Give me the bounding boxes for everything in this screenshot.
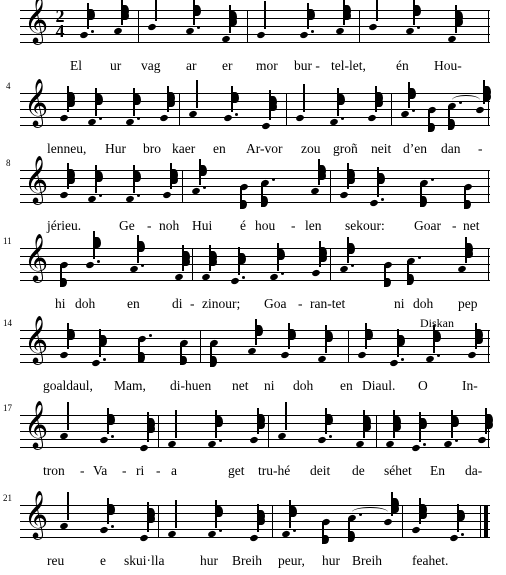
slur	[352, 507, 388, 517]
lyric-syllable: O	[418, 378, 428, 393]
sheet-music-page: 𝄞 2 4 El ur vag ar er mor bur - tel-let,…	[0, 0, 506, 575]
lyric-syllable: ar	[186, 58, 197, 73]
lyric-syllable: hur	[200, 553, 218, 568]
lyric-syllable: bro	[143, 141, 161, 156]
lyric-syllable: tron	[43, 463, 65, 478]
treble-clef-icon: 𝄞	[24, 233, 49, 281]
lyric-syllable: jérieu.	[47, 218, 82, 233]
lyric-syllable: -	[80, 463, 85, 478]
lyric-syllable: -	[122, 463, 127, 478]
treble-clef-icon: 𝄞	[24, 155, 49, 203]
lyric-syllable: deit	[310, 463, 331, 478]
lyric-syllable: noh	[159, 218, 180, 233]
lyric-syllable: Hur	[105, 141, 126, 156]
lyric-syllable: Va	[93, 463, 108, 478]
lyric-syllable: net	[232, 378, 249, 393]
lyric-syllable: tru-hé	[258, 463, 291, 478]
lyric-syllable: én	[396, 58, 409, 73]
lyric-syllable: Mam,	[114, 378, 146, 393]
lyric-syllable: In-	[462, 378, 478, 393]
lyric-syllable: doh	[413, 296, 434, 311]
lyric-syllable: groñ	[333, 141, 358, 156]
lyric-syllable: ni	[264, 378, 275, 393]
measure-number: 8	[6, 158, 11, 168]
lyric-syllable: get	[228, 463, 245, 478]
lyric-syllable: len	[305, 218, 322, 233]
lyric-syllable: -	[156, 463, 161, 478]
measure-number: 14	[3, 318, 12, 328]
diskan-marking: Diskan	[420, 316, 454, 330]
treble-clef-icon: 𝄞	[24, 400, 49, 448]
lyric-syllable: Hou-	[434, 58, 462, 73]
lyric-syllable: da-	[465, 463, 483, 478]
measure-number: 11	[3, 236, 12, 246]
lyric-syllable: feahet.	[412, 553, 449, 568]
lyric-syllable: Goar	[414, 218, 441, 233]
lyric-syllable: Breih	[352, 553, 382, 568]
lyric-syllable: peur,	[278, 553, 305, 568]
lyric-syllable: doh	[293, 378, 314, 393]
lyric-syllable: d’en	[403, 141, 427, 156]
lyric-syllable: tel-let,	[331, 58, 366, 73]
lyric-syllable: a	[171, 463, 177, 478]
lyric-syllable: hi	[55, 296, 66, 311]
treble-clef-icon: 𝄞	[24, 490, 49, 538]
time-sig-denominator: 4	[55, 21, 65, 41]
lyric-syllable: En	[430, 463, 445, 478]
lyric-syllable: di	[172, 296, 183, 311]
lyric-syllable: er	[222, 58, 233, 73]
lyric-syllable: lenneu,	[47, 141, 87, 156]
time-signature: 2 4	[53, 7, 67, 41]
lyric-syllable: ri	[136, 463, 145, 478]
lyric-syllable: neit	[371, 141, 392, 156]
lyric-syllable: -	[190, 296, 195, 311]
lyric-syllable: de	[352, 463, 365, 478]
lyric-syllable: goaldaul,	[43, 378, 93, 393]
lyric-syllable: di-huen	[170, 378, 212, 393]
lyric-syllable: pep	[458, 296, 478, 311]
lyric-syllable: bur -	[294, 58, 320, 73]
lyric-syllable: é	[240, 218, 246, 233]
treble-clef-icon: 𝄞	[24, 0, 49, 43]
lyric-syllable: Ar-vor	[246, 141, 283, 156]
treble-clef-icon: 𝄞	[24, 315, 49, 363]
lyric-syllable: -	[478, 141, 483, 156]
lyric-syllable: -	[452, 218, 457, 233]
lyric-syllable: en	[213, 141, 226, 156]
lyric-syllable: en	[340, 378, 353, 393]
lyric-syllable: reu	[47, 553, 65, 568]
lyric-syllable: skui·lla	[124, 553, 165, 568]
lyric-syllable: Hui	[192, 218, 213, 233]
measure-number: 17	[3, 403, 12, 413]
lyric-syllable: net	[463, 218, 480, 233]
slur	[452, 95, 480, 105]
lyric-syllable: Diaul.	[362, 378, 396, 393]
treble-clef-icon: 𝄞	[24, 78, 49, 126]
lyric-syllable: zou	[301, 141, 321, 156]
lyric-syllable: ran-tet	[310, 296, 346, 311]
lyric-syllable: dan	[441, 141, 461, 156]
lyric-syllable: -	[147, 218, 152, 233]
lyric-syllable: vag	[141, 58, 161, 73]
lyric-syllable: ni	[394, 296, 405, 311]
lyric-syllable: zinour;	[202, 296, 241, 311]
lyric-syllable: hou	[255, 218, 276, 233]
lyric-syllable: kaer	[172, 141, 196, 156]
measure-number: 21	[3, 493, 12, 503]
lyric-syllable: e	[100, 553, 106, 568]
lyric-syllable: sekour:	[345, 218, 385, 233]
lyric-syllable: Goa	[264, 296, 287, 311]
lyric-syllable: doh	[75, 296, 96, 311]
lyric-syllable: hur	[322, 553, 340, 568]
measure-number: 4	[6, 81, 11, 91]
lyric-syllable: -	[291, 218, 296, 233]
lyric-syllable: mor	[256, 58, 278, 73]
lyric-syllable: en	[127, 296, 140, 311]
lyric-syllable: Breih	[232, 553, 262, 568]
lyric-syllable: séhet	[384, 463, 412, 478]
lyric-syllable: ur	[110, 58, 122, 73]
lyric-syllable: Ge	[119, 218, 135, 233]
lyric-syllable: El	[70, 58, 82, 73]
lyric-syllable: -	[298, 296, 303, 311]
